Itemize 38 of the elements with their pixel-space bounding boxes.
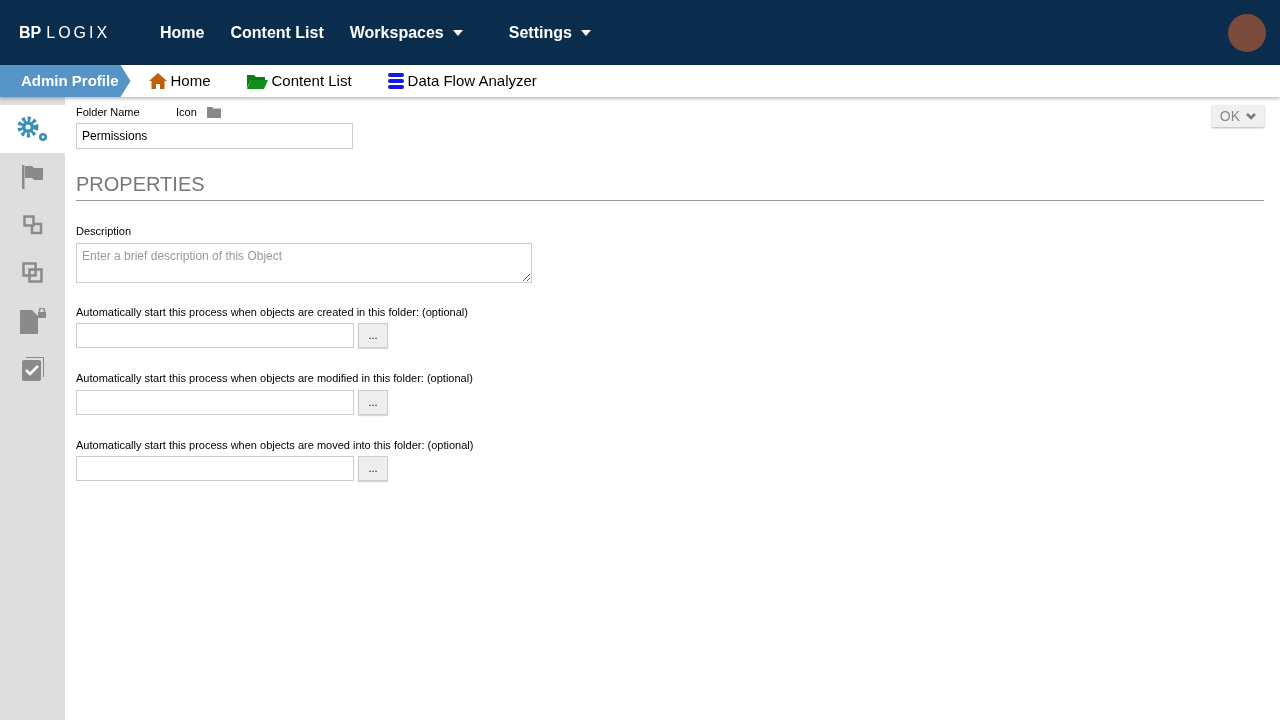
nav-link[interactable]: Workspaces — [336, 20, 476, 45]
chevron-down-icon — [1246, 112, 1256, 120]
caret-icon — [452, 29, 463, 36]
browse-button[interactable]: ... — [358, 389, 388, 415]
avatar[interactable] — [1228, 13, 1266, 52]
nav-link[interactable]: Home — [147, 20, 218, 45]
folder-name-label: Folder Name — [76, 104, 141, 120]
nav-link[interactable]: Settings — [495, 20, 604, 45]
logo[interactable]: BP LOGIX — [19, 20, 129, 45]
folder-icon[interactable] — [206, 106, 221, 118]
trigger-label: Automatically start this process when objects are modified in this folder: (optional) — [76, 371, 474, 386]
checked-document-icon — [21, 357, 44, 381]
folder-icon — [246, 73, 268, 89]
breadcrumb-link[interactable]: Content List — [246, 69, 352, 93]
breadcrumb-link[interactable]: Data Flow Analyzer — [387, 69, 537, 93]
database-icon — [387, 73, 404, 89]
caret-icon — [580, 29, 591, 36]
breadcrumb-link[interactable]: Home — [148, 69, 211, 93]
linked-squares-icon — [22, 215, 43, 235]
trigger-label: Automatically start this process when objects are created in this folder: (optional) — [76, 304, 469, 320]
folder-name-field[interactable]: Permissions — [76, 123, 353, 149]
description-field[interactable]: Enter a brief description of this Object — [76, 242, 532, 283]
browse-button[interactable]: ... — [358, 456, 388, 481]
home-icon — [148, 73, 167, 89]
nav-link[interactable]: Content List — [217, 20, 337, 45]
section-title: PROPERTIES — [76, 169, 1264, 201]
overlapping-squares-icon — [21, 262, 44, 284]
process-field[interactable] — [76, 323, 354, 348]
sidebar-tab[interactable] — [0, 105, 65, 153]
browse-button[interactable]: ... — [358, 323, 388, 348]
locked-file-icon — [19, 308, 46, 334]
description-label: Description — [76, 224, 133, 239]
process-field[interactable] — [76, 456, 354, 481]
flag-icon — [21, 165, 44, 189]
process-field[interactable] — [76, 389, 354, 415]
gears-icon — [15, 115, 50, 143]
trigger-label: Automatically start this process when objects are moved into this folder: (optional) — [76, 437, 475, 453]
icon-label: Icon — [176, 104, 197, 120]
